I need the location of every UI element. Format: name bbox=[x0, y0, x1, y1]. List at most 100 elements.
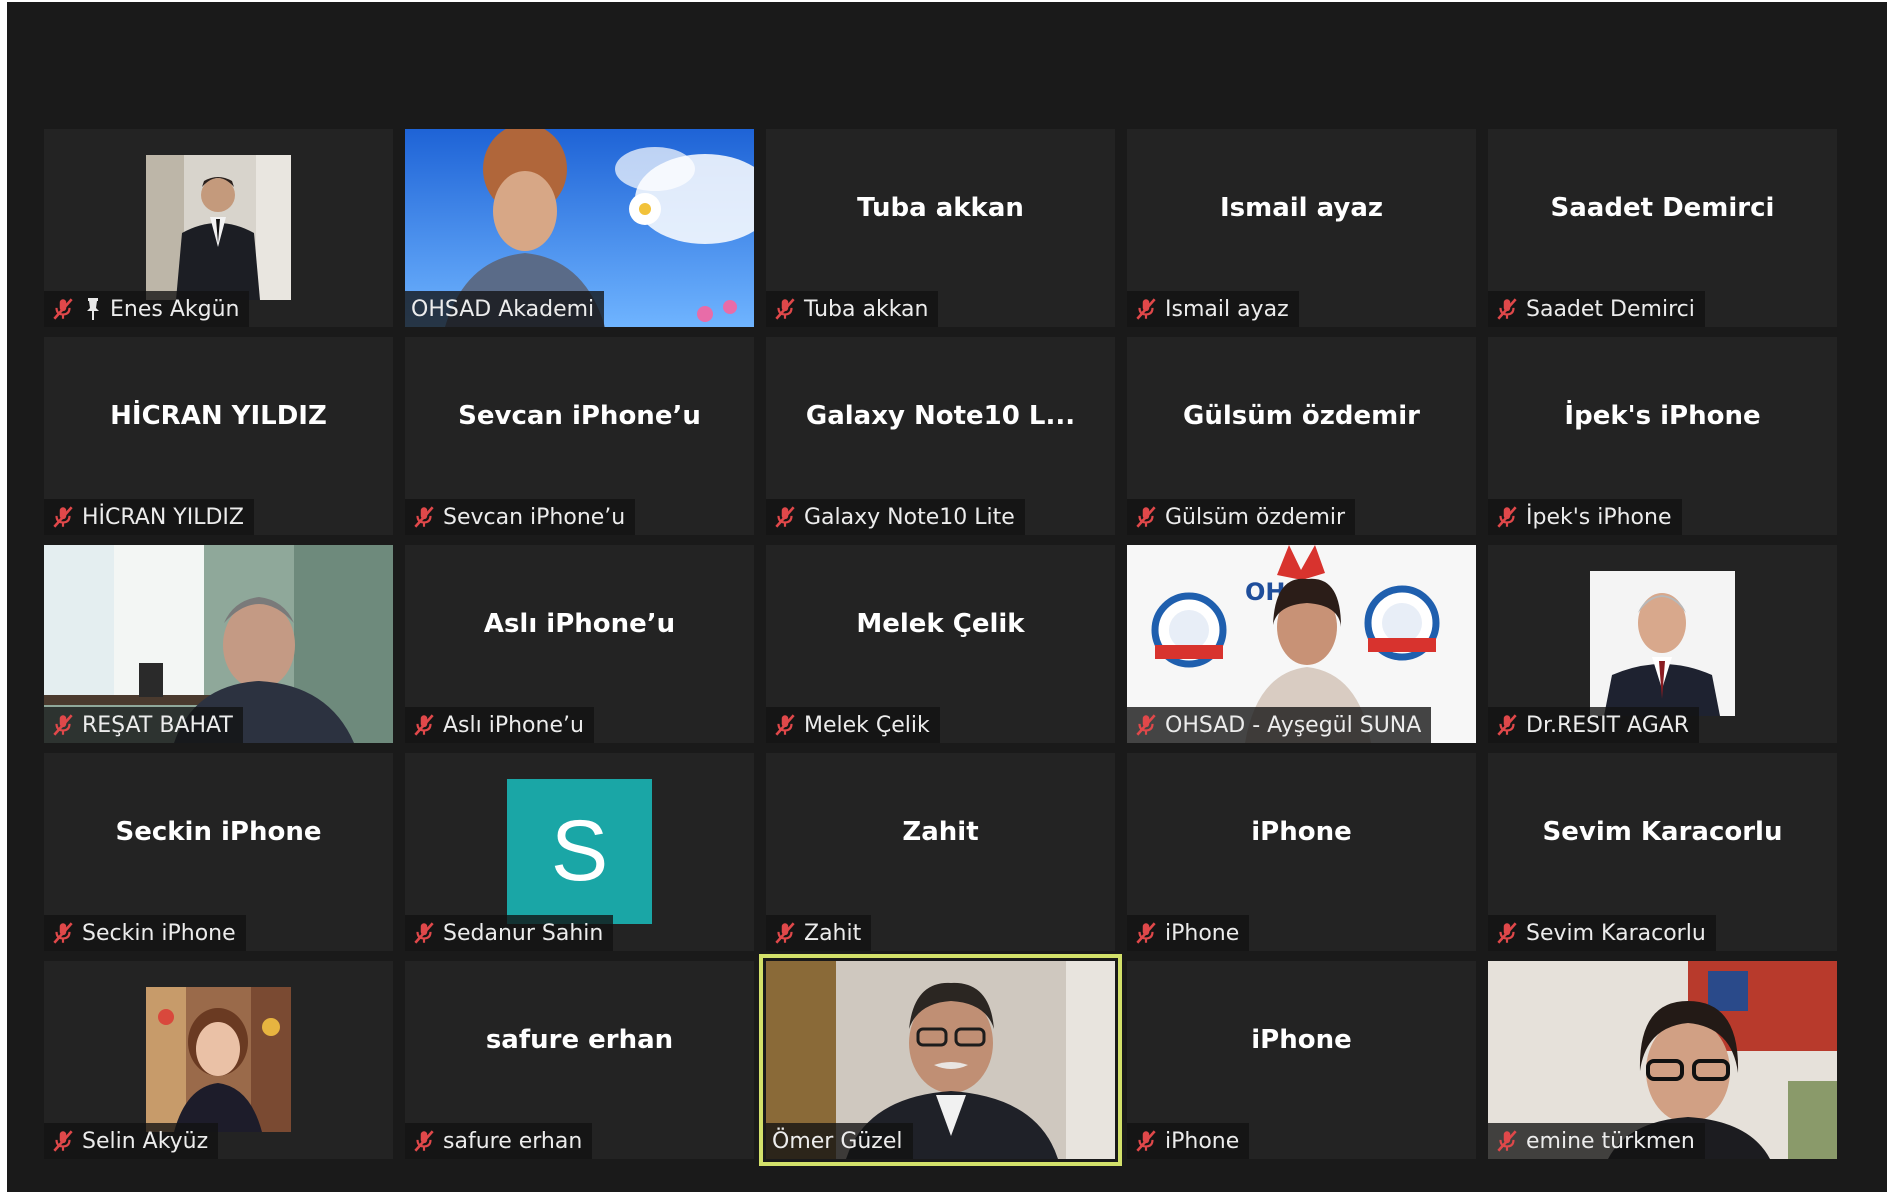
participant-tile-iphone[interactable]: iPhone iPhone bbox=[1127, 753, 1476, 951]
display-name: Seckin iPhone bbox=[115, 817, 322, 847]
participant-name: Seckin iPhone bbox=[82, 920, 236, 946]
muted-mic-icon bbox=[775, 714, 795, 736]
muted-mic-icon bbox=[1497, 922, 1517, 944]
muted-mic-icon bbox=[1136, 922, 1156, 944]
participant-tile-galaxy-note10-lite[interactable]: Galaxy Note10 L... Galaxy Note10 Lite bbox=[766, 337, 1115, 535]
participant-name: emine türkmen bbox=[1526, 1128, 1695, 1154]
display-name: Tuba akkan bbox=[857, 193, 1024, 223]
participant-name: Galaxy Note10 Lite bbox=[804, 504, 1015, 530]
display-name: iPhone bbox=[1251, 817, 1352, 847]
display-name: Ismail ayaz bbox=[1219, 193, 1384, 223]
participant-tile-zahit[interactable]: Zahit Zahit bbox=[766, 753, 1115, 951]
meeting-gallery-view: Enes Akgün OHSAD Akademi Tuba akkan Tuba… bbox=[7, 2, 1887, 1192]
name-label: iPhone bbox=[1127, 915, 1250, 951]
participant-name: Ömer Güzel bbox=[772, 1128, 903, 1154]
participant-name: Sevim Karacorlu bbox=[1526, 920, 1706, 946]
display-name: Aslı iPhone’u bbox=[483, 609, 676, 639]
muted-mic-icon bbox=[1497, 298, 1517, 320]
participant-tile-ohsad-akademi[interactable]: OHSAD Akademi bbox=[405, 129, 754, 327]
muted-mic-icon bbox=[1497, 506, 1517, 528]
muted-mic-icon bbox=[775, 298, 795, 320]
participant-tile-saadet-demirci[interactable]: Saadet Demirci Saadet Demirci bbox=[1488, 129, 1837, 327]
participant-name: İpek's iPhone bbox=[1526, 504, 1672, 530]
name-label: Zahit bbox=[766, 915, 872, 951]
muted-mic-icon bbox=[775, 922, 795, 944]
participant-tile-ismail-ayaz[interactable]: Ismail ayaz Ismail ayaz bbox=[1127, 129, 1476, 327]
name-label: Seckin iPhone bbox=[44, 915, 246, 951]
profile-photo bbox=[146, 155, 291, 300]
participant-tile-asli-iphone[interactable]: Aslı iPhone’u Aslı iPhone’u bbox=[405, 545, 754, 743]
participant-name: Melek Çelik bbox=[804, 712, 930, 738]
participant-name: Ismail ayaz bbox=[1165, 296, 1289, 322]
name-label: REŞAT BAHAT bbox=[44, 707, 243, 743]
muted-mic-icon bbox=[1136, 1130, 1156, 1152]
name-label: Melek Çelik bbox=[766, 707, 940, 743]
name-label: Gülsüm özdemir bbox=[1127, 499, 1356, 535]
display-name: Galaxy Note10 L... bbox=[805, 401, 1076, 431]
participant-tile-dr-resit-agar[interactable]: Dr.RESIT AGAR bbox=[1488, 545, 1837, 743]
name-label: OHSAD Akademi bbox=[405, 291, 605, 327]
participant-tile-iphone-2[interactable]: iPhone iPhone bbox=[1127, 961, 1476, 1159]
participant-name: iPhone bbox=[1165, 1128, 1240, 1154]
participant-name: Enes Akgün bbox=[110, 296, 240, 322]
participant-tile-enes-akgun[interactable]: Enes Akgün bbox=[44, 129, 393, 327]
name-label: Ismail ayaz bbox=[1127, 291, 1299, 327]
participant-name: OHSAD - Ayşegül SUNA bbox=[1165, 712, 1422, 738]
name-label: Enes Akgün bbox=[44, 291, 250, 327]
muted-mic-icon bbox=[414, 714, 434, 736]
participant-name: REŞAT BAHAT bbox=[82, 712, 233, 738]
name-label: HİCRAN YILDIZ bbox=[44, 499, 254, 535]
muted-mic-icon bbox=[1136, 506, 1156, 528]
name-label: Saadet Demirci bbox=[1488, 291, 1705, 327]
participant-name: Gülsüm özdemir bbox=[1165, 504, 1346, 530]
participant-tile-safure-erhan[interactable]: safure erhan safure erhan bbox=[405, 961, 754, 1159]
participant-tile-sevim-karacorlu[interactable]: Sevim Karacorlu Sevim Karacorlu bbox=[1488, 753, 1837, 951]
profile-photo bbox=[1590, 571, 1735, 716]
muted-mic-icon bbox=[1136, 714, 1156, 736]
participant-name: safure erhan bbox=[443, 1128, 583, 1154]
muted-mic-icon bbox=[775, 506, 795, 528]
participant-tile-resat-bahat[interactable]: REŞAT BAHAT bbox=[44, 545, 393, 743]
participant-name: Dr.RESIT AGAR bbox=[1526, 712, 1690, 738]
name-label: safure erhan bbox=[405, 1123, 593, 1159]
initial-avatar: S bbox=[507, 779, 652, 924]
name-label: İpek's iPhone bbox=[1488, 499, 1682, 535]
participant-name: Aslı iPhone’u bbox=[443, 712, 584, 738]
name-label: Ömer Güzel bbox=[766, 1123, 913, 1159]
participant-name: iPhone bbox=[1165, 920, 1240, 946]
participant-tile-seckin-iphone[interactable]: Seckin iPhone Seckin iPhone bbox=[44, 753, 393, 951]
display-name: HİCRAN YILDIZ bbox=[110, 401, 327, 431]
participant-name: Zahit bbox=[804, 920, 862, 946]
name-label: iPhone bbox=[1127, 1123, 1250, 1159]
participant-tile-sevcan-iphone[interactable]: Sevcan iPhone’u Sevcan iPhone’u bbox=[405, 337, 754, 535]
name-label: OHSAD - Ayşegül SUNA bbox=[1127, 707, 1432, 743]
name-label: Sevim Karacorlu bbox=[1488, 915, 1716, 951]
participant-tile-ipeks-iphone[interactable]: İpek's iPhone İpek's iPhone bbox=[1488, 337, 1837, 535]
participant-tile-omer-guzel[interactable]: Ömer Güzel bbox=[759, 954, 1122, 1166]
participant-tile-emine-turkmen[interactable]: emine türkmen bbox=[1488, 961, 1837, 1159]
participant-tile-selin-akyuz[interactable]: Selin Akyüz bbox=[44, 961, 393, 1159]
display-name: Melek Çelik bbox=[856, 609, 1025, 639]
participant-name: Sedanur Sahin bbox=[443, 920, 604, 946]
display-name: safure erhan bbox=[485, 1025, 674, 1055]
name-label: Tuba akkan bbox=[766, 291, 939, 327]
participant-tile-gulsum-ozdemir[interactable]: Gülsüm özdemir Gülsüm özdemir bbox=[1127, 337, 1476, 535]
name-label: Dr.RESIT AGAR bbox=[1488, 707, 1700, 743]
participant-tile-sedanur-sahin[interactable]: S Sedanur Sahin bbox=[405, 753, 754, 951]
muted-mic-icon bbox=[414, 922, 434, 944]
muted-mic-icon bbox=[414, 1130, 434, 1152]
muted-mic-icon bbox=[1497, 714, 1517, 736]
display-name: Sevcan iPhone’u bbox=[458, 401, 701, 431]
participant-name: Saadet Demirci bbox=[1526, 296, 1695, 322]
participant-tile-ohsad-aysegul-suna[interactable]: OH OHSAD - Ayşegül SUNA bbox=[1127, 545, 1476, 743]
participant-name: Sevcan iPhone’u bbox=[443, 504, 626, 530]
pin-icon bbox=[87, 298, 99, 320]
participant-tile-melek-celik[interactable]: Melek Çelik Melek Çelik bbox=[766, 545, 1115, 743]
participant-tile-tuba-akkan[interactable]: Tuba akkan Tuba akkan bbox=[766, 129, 1115, 327]
name-label: Aslı iPhone’u bbox=[405, 707, 594, 743]
display-name: Zahit bbox=[902, 817, 979, 847]
participant-name: OHSAD Akademi bbox=[411, 296, 595, 322]
name-label: Sevcan iPhone’u bbox=[405, 499, 636, 535]
display-name: Saadet Demirci bbox=[1550, 193, 1775, 223]
participant-tile-hicran-yildiz[interactable]: HİCRAN YILDIZ HİCRAN YILDIZ bbox=[44, 337, 393, 535]
